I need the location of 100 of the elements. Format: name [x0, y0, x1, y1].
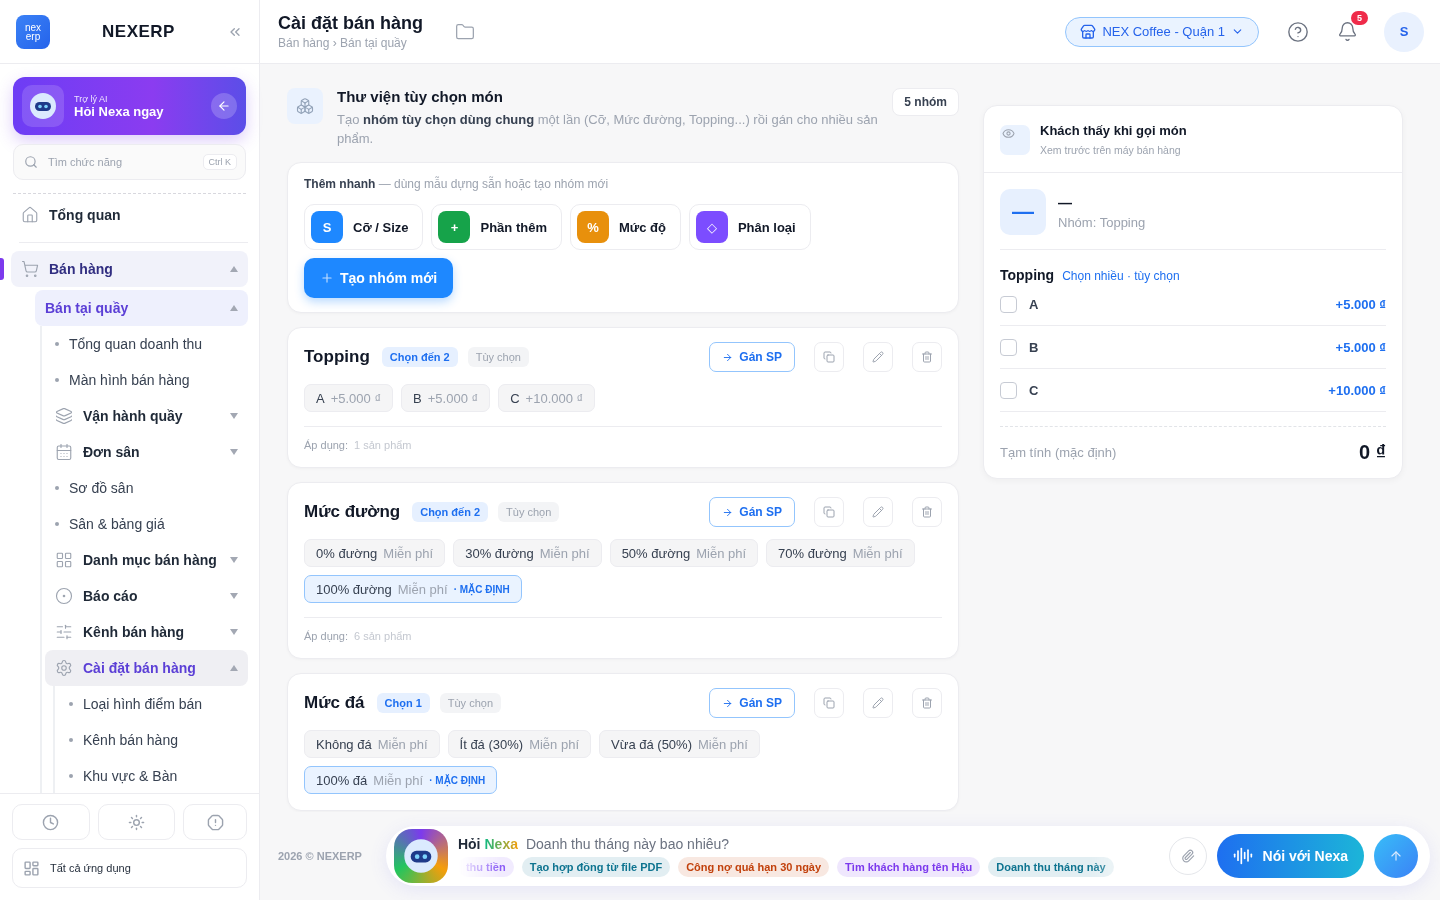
send-button[interactable]: [1374, 834, 1418, 878]
nav-item[interactable]: Bán tại quầy: [35, 290, 248, 326]
theme-button[interactable]: [97, 804, 176, 840]
all-apps-button[interactable]: Tất cả ứng dụng: [12, 848, 247, 888]
requirement-tag: Tùy chọn: [439, 693, 502, 713]
option-price: Miễn phí: [852, 545, 903, 561]
option-name: 100% đường: [316, 581, 392, 597]
template-button[interactable]: ◇ Phân loại: [688, 204, 811, 250]
nav-item[interactable]: Loại hình điểm bán: [59, 686, 248, 722]
assign-button[interactable]: Gán SP: [709, 342, 795, 372]
duplicate-button[interactable]: [814, 688, 844, 718]
nav-item[interactable]: Tổng quan: [11, 197, 248, 233]
nav-icon: [55, 659, 73, 677]
nav-item[interactable]: Kênh bán hàng: [45, 614, 248, 650]
option-price: Miễn phí: [383, 545, 434, 561]
edit-button[interactable]: [863, 688, 893, 718]
suggestion-chip[interactable]: Tạo hợp đồng từ file PDF: [521, 856, 671, 877]
subtotal-value: 0 ₫: [1359, 441, 1386, 464]
ai-assistant-card[interactable]: Trợ lý AI Hỏi Nexa ngay: [13, 77, 246, 135]
section-description: Tạo nhóm tùy chọn dùng chung một lần (Cỡ, Mức đường, Topping...) rồi gán cho nhiều sản phẩm.: [337, 111, 879, 148]
alert-button[interactable]: [183, 804, 247, 840]
suggestion-chip[interactable]: Tìm khách hàng tên Hậu: [837, 856, 981, 877]
option-checkbox[interactable]: [1000, 338, 1017, 356]
template-button[interactable]: + Phần thêm: [431, 204, 562, 250]
duplicate-button[interactable]: [814, 497, 844, 527]
nav-icon: [55, 587, 73, 605]
nav-item[interactable]: Đơn sân: [45, 434, 248, 470]
assign-button[interactable]: Gán SP: [709, 688, 795, 718]
nav-item[interactable]: Sơ đồ sân: [45, 470, 248, 506]
nav-item[interactable]: Danh mục bán hàng: [45, 542, 248, 578]
template-button[interactable]: % Mức độ: [569, 204, 681, 250]
selection-limit: Chọn đến 2: [412, 502, 489, 522]
attach-button[interactable]: [1168, 837, 1207, 875]
nav-item[interactable]: Tổng quan doanh thu: [45, 326, 248, 362]
active-indicator: [0, 258, 4, 280]
nav-item[interactable]: Vận hành quầy: [45, 398, 248, 434]
user-avatar[interactable]: S: [1384, 11, 1424, 52]
quick-add-hint: Thêm nhanh — dùng mẫu dựng sẵn hoặc tạo nhóm mới: [304, 177, 610, 191]
caret-down-icon: [230, 629, 238, 635]
ai-caption: Trợ lý AI: [74, 93, 109, 104]
folder-icon[interactable]: [455, 21, 475, 42]
help-icon[interactable]: [1287, 20, 1309, 43]
branch-selector[interactable]: NEX Coffee - Quận 1: [1065, 16, 1259, 47]
template-icon: ◇: [695, 211, 728, 243]
bullet-icon: [55, 486, 59, 490]
nav-item[interactable]: Sân & bảng giá: [45, 506, 248, 542]
edit-button[interactable]: [863, 342, 893, 372]
option-name: 70% đường: [778, 545, 847, 561]
selection-limit: Chọn 1: [376, 693, 430, 713]
option-price: Miễn phí: [539, 545, 590, 561]
suggestion-chip[interactable]: Công nợ quá hạn 30 ngày: [678, 856, 830, 877]
option-price: Miễn phí: [377, 736, 428, 752]
edit-button[interactable]: [863, 497, 893, 527]
brand-name: NEXERP: [101, 21, 176, 42]
option-checkbox[interactable]: [1000, 295, 1017, 313]
nav-item[interactable]: Kênh bán hàng: [59, 722, 248, 758]
option-name: Vừa đá (50%): [611, 736, 692, 752]
copyright: 2026 © NEXERP: [278, 850, 362, 862]
store-icon: [1080, 23, 1097, 40]
arrow-left-icon: [211, 93, 237, 119]
option-price: +5.000 ₫: [1335, 339, 1386, 355]
delete-button[interactable]: [912, 688, 942, 718]
copy-icon: [823, 506, 835, 518]
search-input[interactable]: Tìm chức năng: [46, 155, 195, 169]
arrow-right-icon: [722, 506, 734, 518]
pencil-icon: [872, 351, 884, 363]
ai-title: Hỏi Nexa ngay: [74, 103, 164, 119]
page-title: Cài đặt bán hàng: [278, 13, 423, 34]
notifications-button[interactable]: [1337, 21, 1358, 42]
caret-down-icon: [230, 413, 238, 419]
nav-item[interactable]: Báo cáo: [45, 578, 248, 614]
option-price: Miễn phí: [698, 736, 748, 752]
robot-icon: [402, 838, 439, 874]
assign-button[interactable]: Gán SP: [709, 497, 795, 527]
delete-button[interactable]: [912, 342, 942, 372]
nav-icon: [55, 551, 73, 569]
prompt-text: Doanh thu tháng này bao nhiêu?: [525, 835, 730, 852]
option-price: +10.000 ₫: [1328, 382, 1386, 398]
arrow-up-icon: [1389, 849, 1403, 863]
suggestion-chip[interactable]: Doanh thu tháng này: [988, 856, 1114, 877]
template-icon: S: [311, 211, 343, 243]
duplicate-button[interactable]: [814, 342, 844, 372]
paperclip-icon: [1180, 849, 1195, 863]
option-price: +5.000 ₫: [1335, 296, 1386, 312]
nav-item[interactable]: Cài đặt bán hàng: [45, 650, 248, 686]
template-icon: +: [438, 211, 471, 243]
ask-label: Hỏi: [457, 835, 481, 852]
logo: nex erp: [16, 14, 50, 49]
option-checkbox[interactable]: [1000, 381, 1017, 399]
history-button[interactable]: [12, 804, 90, 840]
nav-icon: [21, 206, 39, 224]
option-section-hint: Chọn nhiều · tùy chọn: [1062, 269, 1180, 283]
template-button[interactable]: S Cỡ / Size: [304, 204, 424, 250]
option-name: 30% đường: [465, 545, 534, 561]
group-name: Mức đường: [304, 502, 401, 522]
delete-button[interactable]: [912, 497, 942, 527]
nav-item[interactable]: Khu vực & Bàn: [59, 758, 248, 793]
nav-item[interactable]: Màn hình bán hàng: [45, 362, 248, 398]
option-name: 100% đá: [316, 772, 368, 788]
bullet-icon: [69, 774, 73, 778]
